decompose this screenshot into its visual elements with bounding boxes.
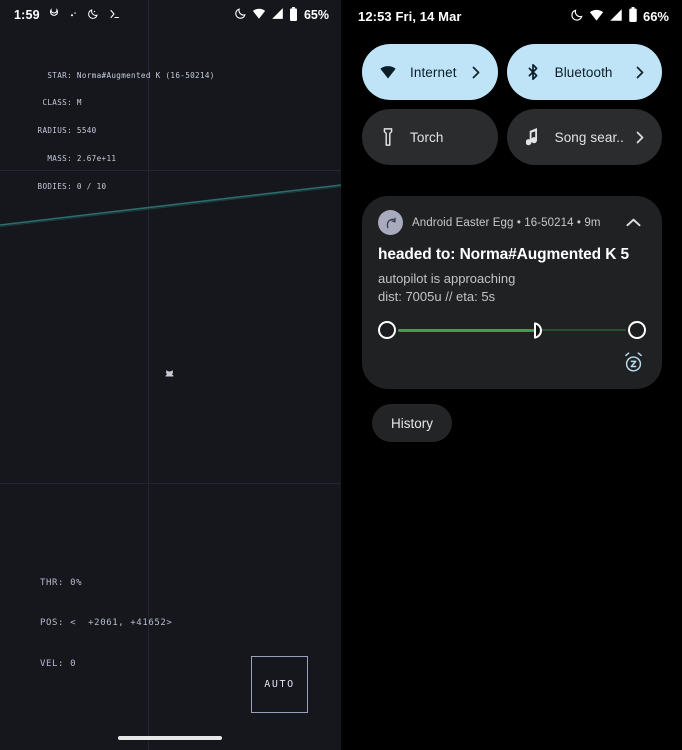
- status-right-icons: 65%: [234, 6, 329, 24]
- battery-icon: [628, 7, 638, 25]
- moon-spiral-icon: [48, 7, 60, 23]
- progress-thumb-moon-icon[interactable]: [531, 321, 548, 339]
- hud-label-thr: THR:: [40, 577, 65, 588]
- terminal-prompt-icon: [108, 8, 121, 23]
- history-button[interactable]: History: [372, 404, 453, 442]
- hud-row-thr: THR: 0%: [40, 577, 172, 591]
- readout-value-bodies: 0 / 10: [76, 182, 107, 192]
- home-gesture-bar-left[interactable]: [118, 736, 222, 740]
- dual-screenshot-container: 1:59 65% STAR: Norma#Augmented K (16-502…: [0, 0, 682, 750]
- cell-signal-icon: [271, 7, 284, 23]
- readout-row-mass: MASS: 2.67e+11: [14, 154, 215, 163]
- readout-row-star: STAR: Norma#Augmented K (16-50214): [14, 71, 215, 80]
- android-easter-egg-app-icon: [378, 210, 403, 235]
- autopilot-button[interactable]: AUTO: [251, 656, 308, 713]
- hud-row-vel: VEL: 0: [40, 658, 172, 672]
- battery-icon: [289, 6, 298, 24]
- hud-label-pos: POS:: [40, 618, 65, 628]
- music-note-icon: [523, 127, 543, 147]
- player-ship-glyph: [162, 368, 176, 382]
- status-right-icons: 66%: [570, 7, 669, 25]
- wifi-icon: [589, 8, 604, 25]
- alarm-snooze-icon[interactable]: [622, 351, 646, 375]
- readout-value-mass: 2.67e+11: [76, 154, 117, 164]
- bluetooth-icon: [523, 62, 543, 82]
- quick-tile-label-torch: Torch: [410, 129, 444, 145]
- hud-label-vel: VEL:: [40, 658, 65, 669]
- readout-value-radius: 5540: [76, 126, 97, 136]
- quick-tile-song-search[interactable]: Song sear..: [506, 109, 662, 165]
- android-notification-shade-panel: 12:53 Fri, 14 Mar 66% Internet Bluetooth…: [341, 0, 682, 750]
- readout-label-class: CLASS:: [42, 98, 72, 108]
- chevron-right-icon[interactable]: [636, 66, 646, 79]
- readout-row-bodies: BODIES: 0 / 10: [14, 182, 215, 191]
- right-status-bar: 12:53 Fri, 14 Mar 66%: [341, 0, 682, 32]
- notification-header: Android Easter Egg • 16-50214 • 9m: [378, 210, 646, 235]
- progress-fill: [398, 328, 540, 332]
- chevron-right-icon[interactable]: [636, 131, 646, 144]
- quick-tile-label-song-search: Song sear..: [554, 129, 624, 145]
- quick-settings-tiles: Internet Bluetooth Torch Song sear..: [362, 44, 662, 165]
- quick-tile-torch[interactable]: Torch: [362, 109, 498, 165]
- battery-percent-label: 66%: [642, 8, 669, 24]
- notification-body-line-1: autopilot is approaching: [378, 271, 516, 286]
- wifi-icon: [252, 7, 266, 23]
- hud-row-pos: POS: < +2061, +41652>: [40, 617, 172, 631]
- journey-progress-bar[interactable]: [378, 319, 646, 341]
- readout-label-radius: RADIUS:: [37, 126, 72, 136]
- notification-body-line-2: dist: 7005u // eta: 5s: [378, 289, 496, 304]
- chevron-right-icon[interactable]: [472, 66, 482, 79]
- battery-percent-label: 65%: [303, 8, 329, 22]
- dnd-moon-icon: [87, 8, 99, 23]
- readout-row-class: CLASS: M: [14, 98, 215, 107]
- notification-card[interactable]: Android Easter Egg • 16-50214 • 9m heade…: [362, 196, 662, 389]
- progress-origin-marker: [378, 321, 396, 339]
- hud-value-pos: < +2061, +41652>: [70, 618, 173, 628]
- notification-meta-text: Android Easter Egg • 16-50214 • 9m: [412, 216, 601, 229]
- quick-tile-label-bluetooth: Bluetooth: [554, 64, 613, 80]
- status-time: 1:59: [14, 8, 40, 22]
- readout-label-bodies: BODIES:: [37, 182, 72, 192]
- readout-label-star: STAR:: [47, 70, 72, 80]
- dot-icon: [69, 8, 78, 22]
- flight-hud: THR: 0% POS: < +2061, +41652> VEL: 0: [40, 550, 172, 699]
- quick-tile-bluetooth[interactable]: Bluetooth: [506, 44, 662, 100]
- notification-actions: [378, 351, 646, 375]
- flashlight-icon: [378, 127, 398, 147]
- chevron-up-icon[interactable]: [621, 210, 646, 235]
- dnd-moon-icon: [570, 8, 584, 25]
- hud-value-thr: 0%: [70, 577, 83, 588]
- wifi-icon: [378, 62, 398, 82]
- readout-value-class: M: [76, 98, 82, 108]
- quick-tile-label-internet: Internet: [410, 64, 457, 80]
- notification-title: headed to: Norma#Augmented K 5: [378, 246, 630, 263]
- status-left-icons: [48, 7, 121, 23]
- readout-row-radius: RADIUS: 5540: [14, 126, 215, 135]
- readout-value-star: Norma#Augmented K (16-50214): [76, 70, 215, 80]
- space-game-panel: 1:59 65% STAR: Norma#Augmented K (16-502…: [0, 0, 341, 750]
- status-datetime: 12:53 Fri, 14 Mar: [358, 8, 462, 24]
- dnd-moon-icon: [234, 7, 247, 23]
- quick-tile-internet[interactable]: Internet: [362, 44, 498, 100]
- star-readout: STAR: Norma#Augmented K (16-50214) CLASS…: [14, 52, 215, 210]
- left-status-bar: 1:59 65%: [0, 0, 341, 30]
- readout-label-mass: MASS:: [47, 154, 72, 164]
- hud-value-vel: 0: [70, 658, 77, 669]
- progress-destination-marker: [628, 321, 646, 339]
- grid-line-horizontal-bottom: [0, 483, 341, 484]
- cell-signal-icon: [609, 8, 623, 25]
